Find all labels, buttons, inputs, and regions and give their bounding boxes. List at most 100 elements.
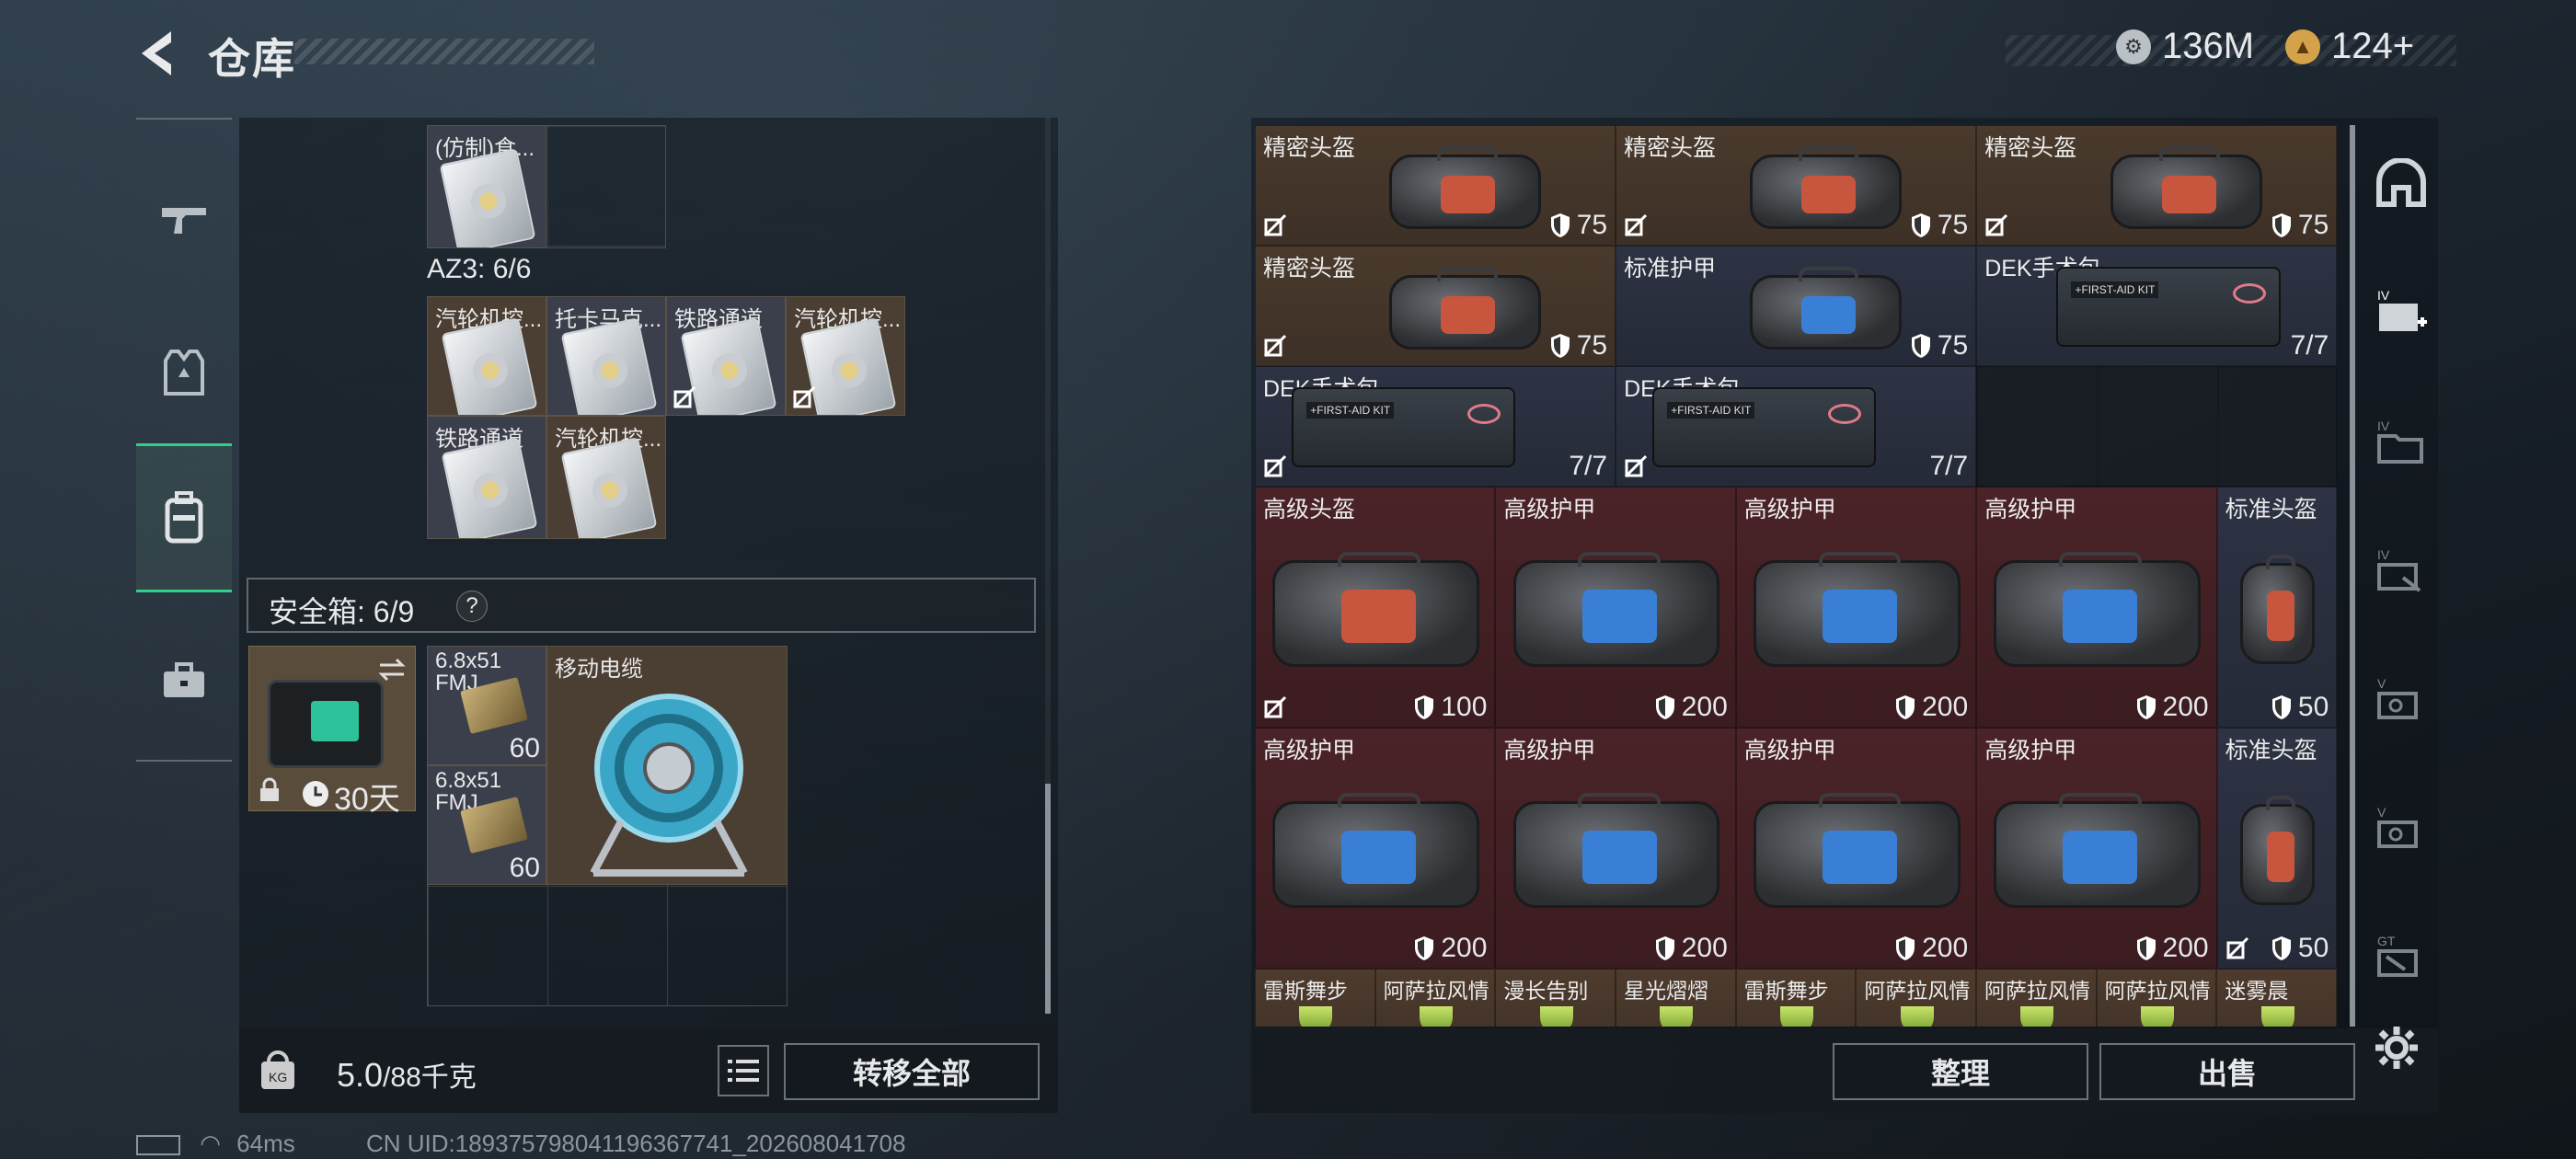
inventory-item[interactable]: 精密头盔 75 — [1616, 125, 1977, 246]
item-slot[interactable]: 铁路通道 — [666, 296, 786, 416]
vest-icon — [164, 350, 204, 396]
item-value-text: 75 — [2297, 210, 2329, 240]
tab-armor[interactable] — [136, 322, 232, 423]
cable-slot[interactable]: 移动电缆 — [546, 646, 788, 885]
inventory-item[interactable]: 高级护甲 200 — [1976, 487, 2217, 728]
scrollbar-thumb[interactable] — [1045, 784, 1051, 1014]
inventory-item[interactable]: 高级护甲 200 — [1976, 728, 2217, 969]
item-value-text: 7/7 — [2290, 330, 2329, 361]
tab-weapons[interactable] — [136, 175, 232, 267]
settings-gear-icon[interactable] — [2374, 1025, 2420, 1071]
transfer-all-button[interactable]: 转移全部 — [784, 1043, 1040, 1100]
item-value-text: 75 — [1576, 210, 1608, 240]
ammo-slot[interactable]: 6.8x51 FMJ 60 — [427, 646, 546, 765]
no-trade-icon — [1985, 213, 2008, 237]
armor-shield-icon — [1550, 334, 1570, 358]
bag-strap — [1337, 793, 1420, 809]
key-icon[interactable]: V — [2374, 675, 2429, 727]
key-icon-2[interactable]: V — [2374, 804, 2429, 855]
inventory-item[interactable]: 高级护甲 200 — [1735, 728, 1977, 969]
bag-emblem — [2267, 591, 2294, 642]
warehouse-scrollbar[interactable] — [2350, 125, 2355, 1027]
weight-readout: 5.0/88千克 — [337, 1054, 477, 1095]
armor-shield-icon — [2271, 213, 2291, 237]
item-slot[interactable]: (仿制)食... — [427, 125, 546, 248]
item-count: 60 — [509, 733, 540, 763]
bag-strap — [2265, 795, 2296, 810]
armor-shield-icon — [1896, 936, 1915, 960]
help-icon[interactable]: ? — [456, 591, 488, 622]
tool-icon[interactable]: IV — [2374, 546, 2429, 598]
inventory-item[interactable]: 精密头盔 75 — [1255, 246, 1616, 366]
drink-glass-icon — [1539, 1006, 1573, 1027]
ammo-slot[interactable]: 6.8x51 FMJ 60 — [427, 765, 546, 885]
bag-strap — [1798, 266, 1859, 281]
item-slot[interactable]: 汽轮机控... — [427, 296, 546, 416]
item-value-text: 7/7 — [1569, 451, 1608, 481]
back-arrow-icon[interactable] — [134, 28, 180, 79]
bag-emblem — [1440, 296, 1496, 334]
bag-emblem — [1341, 590, 1417, 643]
item-value-text: 50 — [2297, 933, 2329, 963]
armor-bag-icon — [1994, 793, 2202, 908]
inventory-item[interactable]: 高级护甲 200 — [1255, 728, 1496, 969]
page-title: 仓库 — [208, 35, 296, 83]
item-name: 漫长告别 — [1503, 979, 1589, 1003]
cable-reel-icon — [590, 694, 748, 877]
drink-item[interactable]: 漫长告别 — [1495, 969, 1616, 1027]
misc-icon[interactable]: GT — [2374, 933, 2429, 984]
safe-box-slot[interactable]: 30天 — [248, 646, 416, 817]
inventory-item[interactable]: 高级头盔 100 — [1255, 487, 1496, 728]
bag-strap — [1437, 145, 1499, 161]
bag-emblem — [1800, 296, 1857, 334]
drink-item[interactable]: 雷斯舞步 — [1255, 969, 1375, 1027]
folder-icon[interactable]: IV — [2374, 418, 2429, 469]
item-value-text: 100 — [1441, 692, 1488, 722]
inventory-item[interactable]: DEK手术包+FIRST-AID KIT7/7 — [1616, 366, 1977, 487]
inventory-item[interactable]: 标准头盔 50 — [2216, 728, 2337, 969]
swap-icon[interactable] — [376, 656, 408, 683]
item-slot[interactable]: 铁路通道 — [427, 416, 546, 539]
item-slot[interactable]: 汽轮机控... — [786, 296, 905, 416]
premium-value[interactable]: 124+ — [2331, 26, 2414, 67]
inventory-item[interactable]: DEK手术包+FIRST-AID KIT7/7 — [1976, 246, 2337, 366]
bag-strap — [2058, 793, 2142, 809]
clock-icon — [303, 781, 328, 807]
inventory-item[interactable]: 标准护甲 75 — [1616, 246, 1977, 366]
inventory-item[interactable]: 精密头盔 75 — [1255, 125, 1616, 246]
armor-bag-icon — [1750, 266, 1902, 350]
scissors-icon — [1467, 404, 1501, 425]
tab-case[interactable] — [136, 635, 232, 727]
inventory-item[interactable]: 高级护甲 200 — [1495, 728, 1736, 969]
drink-item[interactable]: 阿萨拉风情 — [1976, 969, 2097, 1027]
item-slot[interactable]: 汽轮机控... — [546, 416, 666, 539]
armor-shield-icon — [1550, 213, 1570, 237]
inventory-item[interactable]: 精密头盔 75 — [1976, 125, 2337, 246]
drink-item[interactable]: 迷雾晨 — [2216, 969, 2337, 1027]
item-slot[interactable]: 托卡马克... — [546, 296, 666, 416]
medkit-filter-icon[interactable]: IV — [2374, 287, 2429, 339]
inventory-item[interactable]: 高级护甲 200 — [1735, 487, 1977, 728]
tab-backpack[interactable] — [136, 443, 232, 592]
drink-glass-icon — [2260, 1006, 2294, 1027]
drink-item[interactable]: 阿萨拉风情 — [1374, 969, 1496, 1027]
inventory-item[interactable]: 高级护甲 200 — [1495, 487, 1736, 728]
drink-item[interactable]: 星光熠熠 — [1616, 969, 1736, 1027]
item-name: 阿萨拉风情 — [1864, 979, 1971, 1003]
sort-button[interactable]: 整理 — [1833, 1043, 2088, 1100]
inventory-item[interactable]: DEK手术包+FIRST-AID KIT7/7 — [1255, 366, 1616, 487]
item-name: 阿萨拉风情 — [1383, 979, 1489, 1003]
inventory-item[interactable]: 标准头盔 50 — [2216, 487, 2337, 728]
drink-item[interactable]: 阿萨拉风情 — [1856, 969, 1976, 1027]
sell-button[interactable]: 出售 — [2099, 1043, 2355, 1100]
drink-item[interactable]: 阿萨拉风情 — [2096, 969, 2217, 1027]
item-name: 高级护甲 — [1263, 738, 1356, 763]
drink-glass-icon — [1900, 1006, 1934, 1027]
item-value-text: 200 — [2162, 692, 2209, 722]
item-value-text: 200 — [1922, 933, 1969, 963]
weight-current: 5.0 — [337, 1056, 384, 1094]
drink-item[interactable]: 雷斯舞步 — [1735, 969, 1857, 1027]
helmet-icon[interactable] — [2374, 158, 2429, 210]
backpack-scrollbar[interactable] — [1045, 118, 1051, 1014]
list-view-button[interactable] — [718, 1045, 769, 1096]
